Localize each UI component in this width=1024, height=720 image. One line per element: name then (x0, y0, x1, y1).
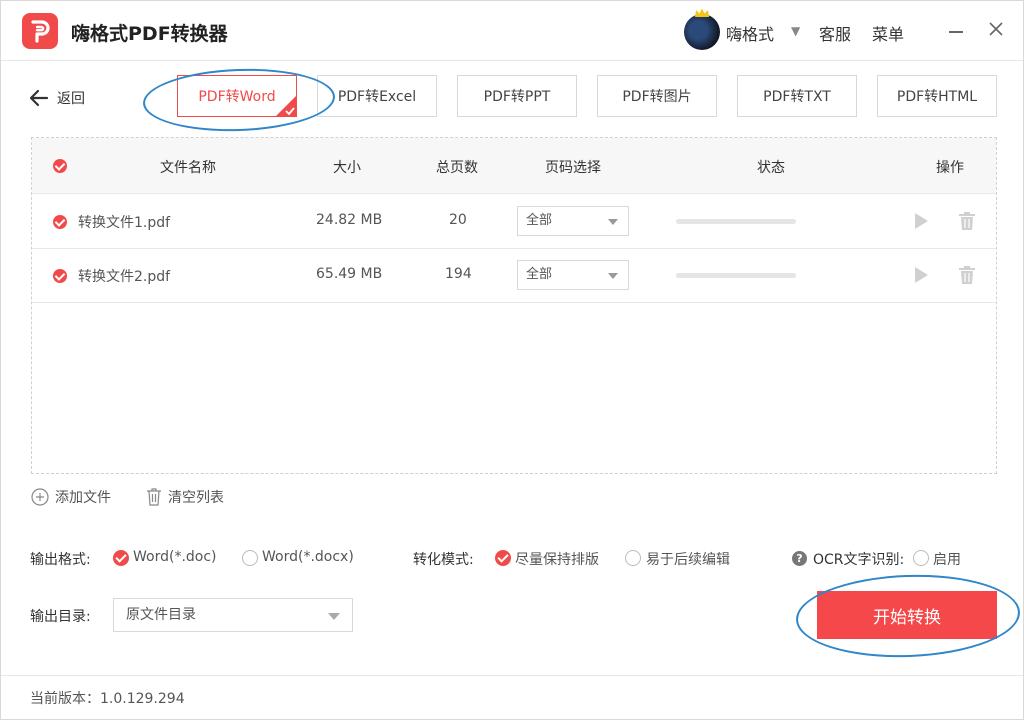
title-bar: 嗨格式PDF转换器 嗨格式 ▼ 客服 菜单 (1, 1, 1023, 61)
trash-icon[interactable] (959, 212, 975, 230)
close-icon[interactable] (986, 19, 1006, 39)
page-select-dropdown[interactable]: 全部 (517, 206, 629, 236)
col-pages: 总页数 (436, 160, 478, 176)
output-format-label: 输出格式: (30, 552, 91, 568)
clear-list-button[interactable]: 清空列表 (146, 487, 224, 507)
col-size: 大小 (333, 160, 361, 176)
file-table: 文件名称 大小 总页数 页码选择 状态 操作 转换文件1.pdf 24.82 M… (31, 137, 997, 474)
col-status: 状态 (757, 160, 785, 176)
table-row: 转换文件2.pdf 65.49 MB 194 全部 (32, 249, 996, 303)
page-count: 20 (449, 212, 467, 228)
page-count: 194 (445, 266, 472, 282)
back-label: 返回 (57, 91, 85, 107)
play-icon[interactable] (914, 213, 928, 229)
output-dir-label: 输出目录: (30, 609, 91, 625)
mode-easy-edit-radio[interactable] (625, 550, 641, 566)
tab-pdf-to-word[interactable]: PDF转Word (177, 75, 297, 117)
ocr-label: OCR文字识别: (813, 552, 905, 568)
tab-pdf-to-ppt[interactable]: PDF转PPT (457, 75, 577, 117)
col-file-name: 文件名称 (160, 160, 216, 176)
ocr-enable-label[interactable]: 启用 (933, 549, 961, 569)
tab-label: PDF转HTML (896, 89, 978, 105)
progress-bar (676, 273, 796, 278)
app-logo-icon (22, 13, 58, 49)
clear-list-label: 清空列表 (168, 490, 224, 506)
tab-pdf-to-html[interactable]: PDF转HTML (877, 75, 997, 117)
col-actions: 操作 (936, 160, 964, 176)
caret-down-icon (608, 273, 618, 279)
page-select-dropdown[interactable]: 全部 (517, 260, 629, 290)
row-checkbox[interactable] (53, 269, 67, 283)
file-size: 24.82 MB (316, 212, 383, 228)
format-doc-radio[interactable] (113, 550, 129, 566)
mode-keep-layout-radio[interactable] (495, 550, 511, 566)
tab-label: PDF转图片 (622, 89, 692, 105)
app-title: 嗨格式PDF转换器 (71, 23, 228, 45)
file-name: 转换文件1.pdf (78, 215, 171, 231)
tab-label: PDF转PPT (483, 89, 551, 105)
trash-outline-icon (147, 488, 161, 506)
tab-pdf-to-excel[interactable]: PDF转Excel (317, 75, 437, 117)
crown-icon (695, 8, 709, 17)
table-row: 转换文件1.pdf 24.82 MB 20 全部 (32, 195, 996, 249)
output-dir-value: 原文件目录 (126, 607, 196, 623)
help-icon[interactable]: ? (792, 551, 807, 566)
page-select-value: 全部 (526, 213, 553, 228)
tab-label: PDF转Word (198, 89, 276, 105)
app-window: 嗨格式PDF转换器 嗨格式 ▼ 客服 菜单 返回 PDF转Word PDF转Ex… (0, 0, 1024, 720)
customer-service-link[interactable]: 客服 (819, 21, 851, 45)
format-doc-label[interactable]: Word(*.doc) (133, 549, 217, 565)
tab-pdf-to-image[interactable]: PDF转图片 (597, 75, 717, 117)
avatar[interactable] (684, 8, 720, 50)
row-checkbox[interactable] (53, 215, 67, 229)
caret-down-icon (328, 613, 340, 620)
caret-down-icon (608, 219, 618, 225)
selected-check-icon (275, 95, 297, 117)
format-docx-radio[interactable] (242, 550, 258, 566)
table-header: 文件名称 大小 总页数 页码选择 状态 操作 (32, 138, 996, 194)
back-button[interactable]: 返回 (29, 88, 85, 108)
minimize-icon[interactable] (946, 19, 966, 39)
col-page-select: 页码选择 (545, 160, 601, 176)
file-name: 转换文件2.pdf (78, 269, 171, 285)
output-dir-dropdown[interactable]: 原文件目录 (113, 598, 353, 632)
add-file-label: 添加文件 (55, 490, 111, 506)
ocr-enable-radio[interactable] (913, 550, 929, 566)
play-icon[interactable] (914, 267, 928, 283)
format-docx-label[interactable]: Word(*.docx) (262, 549, 354, 565)
plus-circle-icon (31, 488, 49, 506)
menu-link[interactable]: 菜单 (872, 21, 904, 45)
add-file-button[interactable]: 添加文件 (31, 487, 111, 507)
tab-label: PDF转TXT (763, 89, 831, 105)
tab-pdf-to-txt[interactable]: PDF转TXT (737, 75, 857, 117)
arrow-left-icon (29, 89, 49, 107)
progress-bar (676, 219, 796, 224)
mode-keep-layout-label[interactable]: 尽量保持排版 (515, 549, 599, 569)
username[interactable]: 嗨格式 (726, 21, 774, 45)
page-select-value: 全部 (526, 267, 553, 282)
start-convert-button[interactable]: 开始转换 (817, 591, 997, 639)
chevron-down-icon[interactable]: ▼ (791, 24, 800, 38)
file-size: 65.49 MB (316, 266, 383, 282)
trash-icon[interactable] (959, 266, 975, 284)
version-text: 当前版本：1.0.129.294 (30, 691, 185, 707)
mode-easy-edit-label[interactable]: 易于后续编辑 (646, 549, 730, 569)
tab-label: PDF转Excel (337, 89, 417, 105)
select-all-checkbox[interactable] (53, 159, 67, 173)
conversion-mode-label: 转化模式: (413, 552, 474, 568)
